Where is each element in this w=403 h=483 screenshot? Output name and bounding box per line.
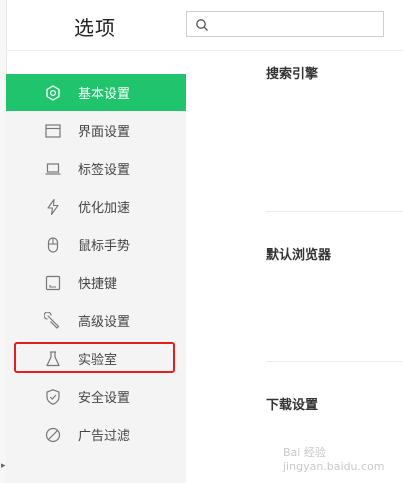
sidebar-item-ad-filter[interactable]: 广告过滤 (6, 416, 186, 453)
wrench-icon (44, 312, 60, 329)
sidebar-item-shortcuts[interactable]: 快捷键 (6, 264, 186, 301)
search-input[interactable] (215, 14, 379, 36)
sidebar-item-advanced-settings[interactable]: 高级设置 (6, 302, 186, 339)
watermark: Bai 经验 jingyan.baidu.com (283, 446, 385, 473)
laptop-icon (45, 163, 61, 175)
search-box[interactable] (186, 11, 384, 37)
section-title-default-browser: 默认浏览器 (266, 248, 332, 263)
shield-icon (46, 389, 60, 405)
section-divider (266, 211, 403, 212)
sidebar-item-label: 快捷键 (78, 277, 118, 292)
sidebar-item-label: 鼠标手势 (78, 239, 131, 254)
settings-icon (46, 85, 60, 101)
expand-arrow-icon[interactable]: ▸ (1, 461, 6, 471)
lightning-icon (47, 198, 59, 216)
search-icon (196, 19, 208, 31)
sidebar: 基本设置 界面设置 标签设置 优化加速 鼠标手势 快捷键 高级设置 实验室 安全… (6, 74, 186, 483)
window-icon (45, 124, 61, 138)
sidebar-item-label: 高级设置 (78, 315, 131, 330)
section-title-search-engine: 搜索引擎 (266, 67, 319, 82)
page-title: 选项 (74, 16, 116, 40)
header-divider (6, 50, 403, 51)
mouse-icon (47, 237, 59, 253)
section-divider (266, 361, 403, 362)
sidebar-item-mouse-gestures[interactable]: 鼠标手势 (6, 226, 186, 263)
ban-icon (45, 427, 61, 443)
section-title-download-settings: 下载设置 (266, 398, 319, 413)
sidebar-item-optimize-accelerate[interactable]: 优化加速 (6, 188, 186, 225)
lab-highlight-annotation (14, 342, 175, 373)
sidebar-item-label: 标签设置 (78, 163, 131, 178)
sidebar-item-label: 基本设置 (78, 87, 131, 102)
keyboard-icon (45, 275, 61, 291)
sidebar-item-security-settings[interactable]: 安全设置 (6, 378, 186, 415)
sidebar-item-interface-settings[interactable]: 界面设置 (6, 112, 186, 149)
sidebar-item-label: 安全设置 (78, 391, 131, 406)
sidebar-item-label: 广告过滤 (78, 429, 131, 444)
sidebar-item-label: 优化加速 (78, 201, 131, 216)
sidebar-item-tab-settings[interactable]: 标签设置 (6, 150, 186, 187)
sidebar-item-basic-settings[interactable]: 基本设置 (6, 74, 186, 111)
sidebar-item-label: 界面设置 (78, 125, 131, 140)
